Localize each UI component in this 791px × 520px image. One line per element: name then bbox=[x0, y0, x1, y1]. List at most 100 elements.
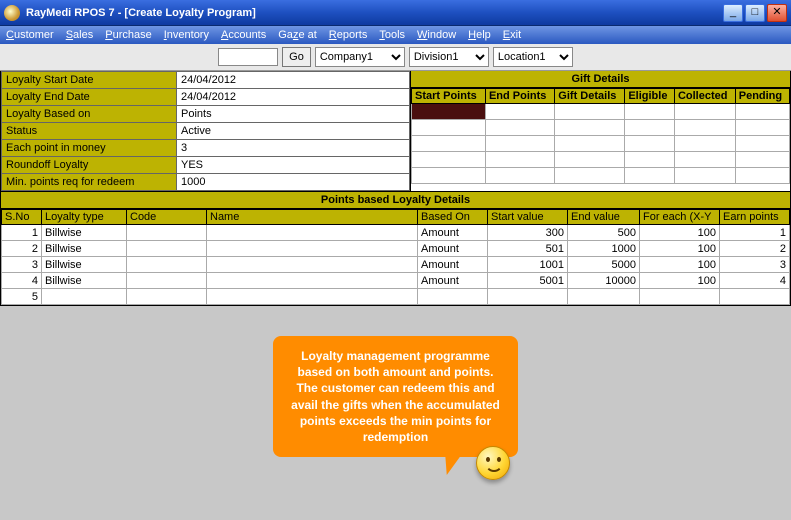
points-cell[interactable]: 501 bbox=[488, 241, 568, 257]
menu-tools[interactable]: Tools bbox=[379, 29, 405, 41]
menu-help[interactable]: Help bbox=[468, 29, 491, 41]
gift-cell[interactable] bbox=[625, 152, 675, 168]
points-cell[interactable]: 2 bbox=[2, 241, 42, 257]
menu-inventory[interactable]: Inventory bbox=[164, 29, 209, 41]
points-cell[interactable] bbox=[720, 289, 790, 305]
points-cell[interactable]: 3 bbox=[2, 257, 42, 273]
gift-cell[interactable] bbox=[555, 152, 625, 168]
search-input[interactable] bbox=[218, 48, 278, 66]
points-cell[interactable] bbox=[640, 289, 720, 305]
gift-cell[interactable] bbox=[555, 136, 625, 152]
close-button[interactable]: ✕ bbox=[767, 4, 787, 22]
points-cell[interactable]: Amount bbox=[418, 241, 488, 257]
minimize-button[interactable]: _ bbox=[723, 4, 743, 22]
gift-cell[interactable] bbox=[735, 104, 789, 120]
points-cell[interactable]: 5001 bbox=[488, 273, 568, 289]
menu-customer[interactable]: Customer bbox=[6, 29, 54, 41]
points-cell[interactable]: Amount bbox=[418, 225, 488, 241]
gift-cell[interactable] bbox=[412, 168, 486, 184]
gift-cell[interactable] bbox=[625, 104, 675, 120]
gift-cell[interactable] bbox=[485, 168, 554, 184]
menu-purchase[interactable]: Purchase bbox=[105, 29, 151, 41]
gift-cell[interactable] bbox=[735, 168, 789, 184]
points-cell[interactable]: 4 bbox=[2, 273, 42, 289]
form-value[interactable]: YES bbox=[177, 157, 410, 174]
points-cell[interactable]: Billwise bbox=[42, 241, 127, 257]
points-cell[interactable] bbox=[207, 225, 418, 241]
points-cell[interactable]: 1 bbox=[720, 225, 790, 241]
location-select[interactable]: Location1 bbox=[493, 47, 573, 67]
points-cell[interactable]: 500 bbox=[568, 225, 640, 241]
points-cell[interactable] bbox=[207, 289, 418, 305]
gift-cell[interactable] bbox=[674, 168, 735, 184]
points-cell[interactable]: 5 bbox=[2, 289, 42, 305]
gift-cell[interactable] bbox=[674, 120, 735, 136]
form-value[interactable]: 3 bbox=[177, 140, 410, 157]
points-cell[interactable] bbox=[568, 289, 640, 305]
gift-cell[interactable] bbox=[735, 120, 789, 136]
menu-exit[interactable]: Exit bbox=[503, 29, 521, 41]
points-cell[interactable] bbox=[207, 241, 418, 257]
gift-cell[interactable] bbox=[674, 136, 735, 152]
gift-cell[interactable] bbox=[735, 136, 789, 152]
points-cell[interactable] bbox=[127, 273, 207, 289]
gift-cell[interactable] bbox=[485, 104, 554, 120]
company-select[interactable]: Company1 bbox=[315, 47, 405, 67]
form-value[interactable]: 24/04/2012 bbox=[177, 72, 410, 89]
table-row[interactable]: 5 bbox=[2, 289, 790, 305]
form-value[interactable]: 24/04/2012 bbox=[177, 89, 410, 106]
menu-reports[interactable]: Reports bbox=[329, 29, 368, 41]
division-select[interactable]: Division1 bbox=[409, 47, 489, 67]
points-cell[interactable] bbox=[127, 257, 207, 273]
form-value[interactable]: Active bbox=[177, 123, 410, 140]
maximize-button[interactable]: □ bbox=[745, 4, 765, 22]
points-cell[interactable]: 10000 bbox=[568, 273, 640, 289]
points-cell[interactable] bbox=[42, 289, 127, 305]
points-cell[interactable]: 100 bbox=[640, 225, 720, 241]
form-value[interactable]: 1000 bbox=[177, 174, 410, 191]
points-cell[interactable] bbox=[207, 257, 418, 273]
gift-table[interactable]: Start PointsEnd PointsGift DetailsEligib… bbox=[411, 88, 790, 184]
points-cell[interactable] bbox=[207, 273, 418, 289]
points-cell[interactable]: Billwise bbox=[42, 273, 127, 289]
points-cell[interactable]: Amount bbox=[418, 257, 488, 273]
gift-cell[interactable] bbox=[412, 104, 486, 120]
gift-cell[interactable] bbox=[412, 120, 486, 136]
gift-cell[interactable] bbox=[485, 152, 554, 168]
points-cell[interactable] bbox=[127, 241, 207, 257]
menu-gazeat[interactable]: Gaze at bbox=[278, 29, 317, 41]
table-row[interactable]: 4BillwiseAmount5001100001004 bbox=[2, 273, 790, 289]
menu-sales[interactable]: Sales bbox=[66, 29, 94, 41]
points-cell[interactable] bbox=[418, 289, 488, 305]
gift-cell[interactable] bbox=[735, 152, 789, 168]
gift-cell[interactable] bbox=[625, 168, 675, 184]
table-row[interactable]: 3BillwiseAmount100150001003 bbox=[2, 257, 790, 273]
gift-cell[interactable] bbox=[485, 120, 554, 136]
points-cell[interactable]: 2 bbox=[720, 241, 790, 257]
gift-cell[interactable] bbox=[674, 104, 735, 120]
points-cell[interactable]: 1001 bbox=[488, 257, 568, 273]
gift-cell[interactable] bbox=[485, 136, 554, 152]
menu-accounts[interactable]: Accounts bbox=[221, 29, 266, 41]
gift-cell[interactable] bbox=[625, 120, 675, 136]
points-cell[interactable]: Billwise bbox=[42, 257, 127, 273]
points-cell[interactable]: Billwise bbox=[42, 225, 127, 241]
points-cell[interactable] bbox=[488, 289, 568, 305]
table-row[interactable]: 2BillwiseAmount50110001002 bbox=[2, 241, 790, 257]
gift-cell[interactable] bbox=[412, 136, 486, 152]
gift-cell[interactable] bbox=[674, 152, 735, 168]
gift-cell[interactable] bbox=[412, 152, 486, 168]
points-cell[interactable]: 100 bbox=[640, 257, 720, 273]
points-cell[interactable]: 1 bbox=[2, 225, 42, 241]
go-button[interactable]: Go bbox=[282, 47, 311, 67]
gift-cell[interactable] bbox=[555, 120, 625, 136]
points-cell[interactable] bbox=[127, 225, 207, 241]
points-cell[interactable] bbox=[127, 289, 207, 305]
points-cell[interactable]: 300 bbox=[488, 225, 568, 241]
points-cell[interactable]: 1000 bbox=[568, 241, 640, 257]
form-value[interactable]: Points bbox=[177, 106, 410, 123]
menu-window[interactable]: Window bbox=[417, 29, 456, 41]
points-cell[interactable]: 3 bbox=[720, 257, 790, 273]
points-table[interactable]: S.NoLoyalty typeCodeNameBased OnStart va… bbox=[1, 209, 790, 305]
points-cell[interactable]: 100 bbox=[640, 273, 720, 289]
